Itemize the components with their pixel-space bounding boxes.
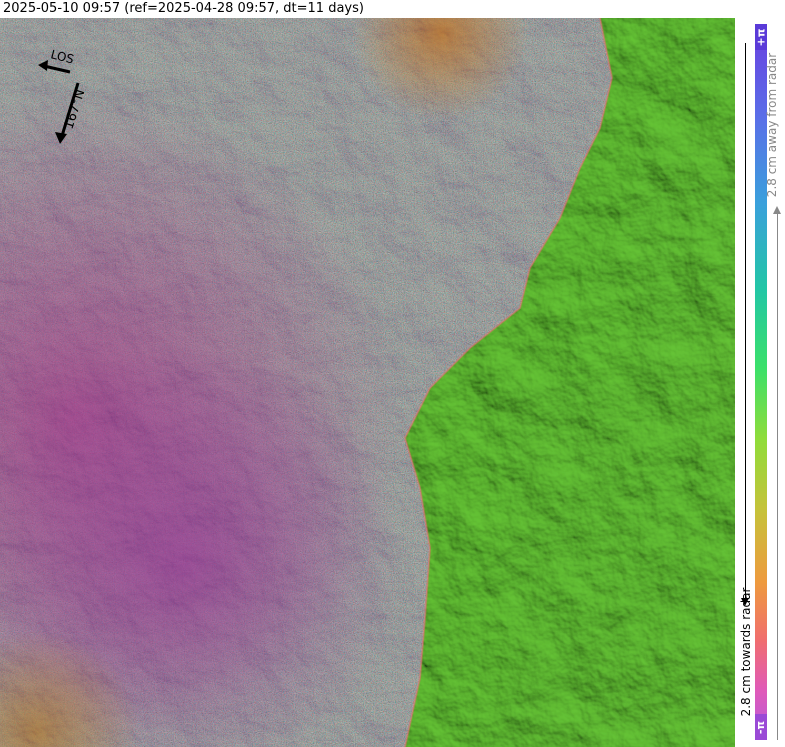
los-arrow-head [38,60,48,71]
los-label: LOS [49,47,75,66]
interferogram-map[interactable] [0,18,735,747]
colorbar-bottom-cap: -π [754,714,768,740]
heading-label: 167°N [62,88,89,132]
towards-radar-label: 2.8 cm towards radar [739,587,753,717]
phase-colorbar: +π -π 2.8 cm towards radar 2.8 cm away f… [737,18,785,747]
away-indicator-line [777,213,778,740]
compass-arrows: LOS 167°N [38,47,89,144]
map-canvas [0,18,735,747]
colorbar-bottom-label: -π [754,720,768,734]
image-title: 2025-05-10 09:57 (ref=2025-04-28 09:57, … [3,1,364,16]
los-arrow-shaft [43,64,71,74]
away-radar-label: 2.8 cm away from radar [765,52,779,198]
towards-indicator-line [745,43,746,603]
heading-arrow-head [55,132,67,144]
